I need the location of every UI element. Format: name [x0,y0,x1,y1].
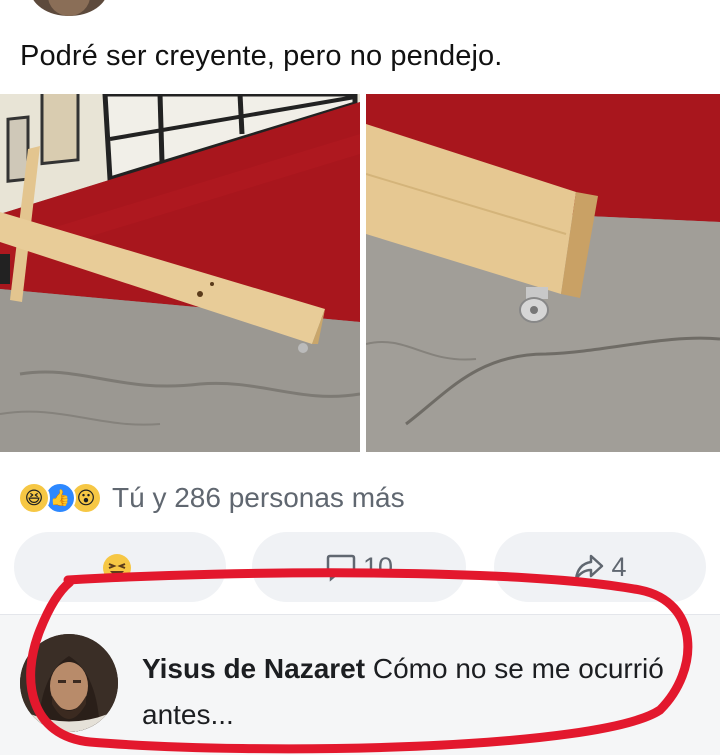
share-count: 4 [611,551,627,582]
comment-count: 10 [362,551,394,582]
post-photo-left[interactable] [0,94,360,452]
haha-icon: 😆 [18,482,50,514]
commenter-avatar[interactable] [20,634,118,732]
comment-button[interactable]: 10 [252,532,466,602]
photo-left-image [0,94,360,452]
post-text: Podré ser creyente, pero no pendejo. [20,40,503,72]
share-icon [575,554,604,581]
reactions-text: Tú y 286 personas más [112,482,405,513]
poster-avatar[interactable] [30,0,108,16]
comment-icon [326,554,356,582]
commenter-avatar-image [20,634,118,732]
comment-author[interactable]: Yisus de Nazaret [142,653,365,684]
share-button[interactable]: 4 [494,532,706,602]
post-photo-right[interactable] [366,94,720,452]
comment-body: Yisus de Nazaret Cómo no se me ocurrió a… [142,646,682,738]
react-button[interactable] [14,532,226,602]
reactions-summary[interactable]: 😆 👍 😮 Tú y 286 personas más [18,478,405,518]
haha-reaction-icon [103,554,131,582]
photo-right-image [366,94,720,452]
